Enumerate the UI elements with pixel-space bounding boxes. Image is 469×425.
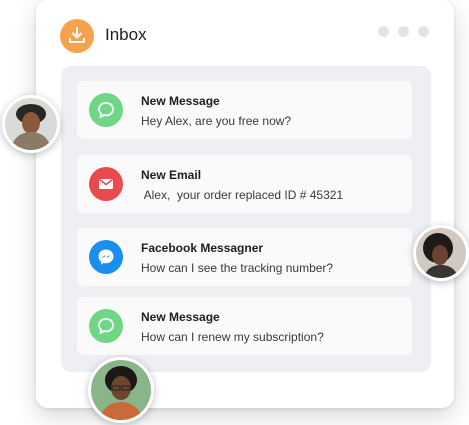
window-dot[interactable]	[418, 26, 429, 37]
message-preview: How can I see the tracking number?	[141, 261, 334, 275]
window-dot[interactable]	[378, 26, 389, 37]
messenger-icon	[89, 240, 123, 274]
message-title: New Message	[141, 94, 220, 108]
page-title: Inbox	[105, 25, 147, 44]
avatar	[413, 225, 469, 281]
message-preview: Alex, your order replaced ID # 45321	[141, 188, 344, 202]
chat-bubble-icon	[89, 309, 123, 343]
message-preview: How can I renew my subscription?	[141, 330, 324, 344]
inbox-download-icon	[60, 19, 94, 53]
window-dot[interactable]	[398, 26, 409, 37]
mail-icon	[89, 167, 123, 201]
message-title: New Email	[141, 168, 202, 182]
chat-bubble-icon	[89, 93, 123, 127]
list-item[interactable]: Facebook Messagner How can I see the tra…	[77, 228, 412, 286]
avatar	[2, 95, 60, 153]
list-item[interactable]: New Email Alex, your order replaced ID #…	[77, 155, 412, 213]
message-preview: Hey Alex, are you free now?	[141, 114, 292, 128]
message-title: New Message	[141, 310, 220, 324]
avatar	[88, 357, 154, 423]
list-item[interactable]: New Message Hey Alex, are you free now?	[77, 81, 412, 139]
message-title: Facebook Messagner	[141, 241, 264, 255]
list-item[interactable]: New Message How can I renew my subscript…	[77, 297, 412, 355]
